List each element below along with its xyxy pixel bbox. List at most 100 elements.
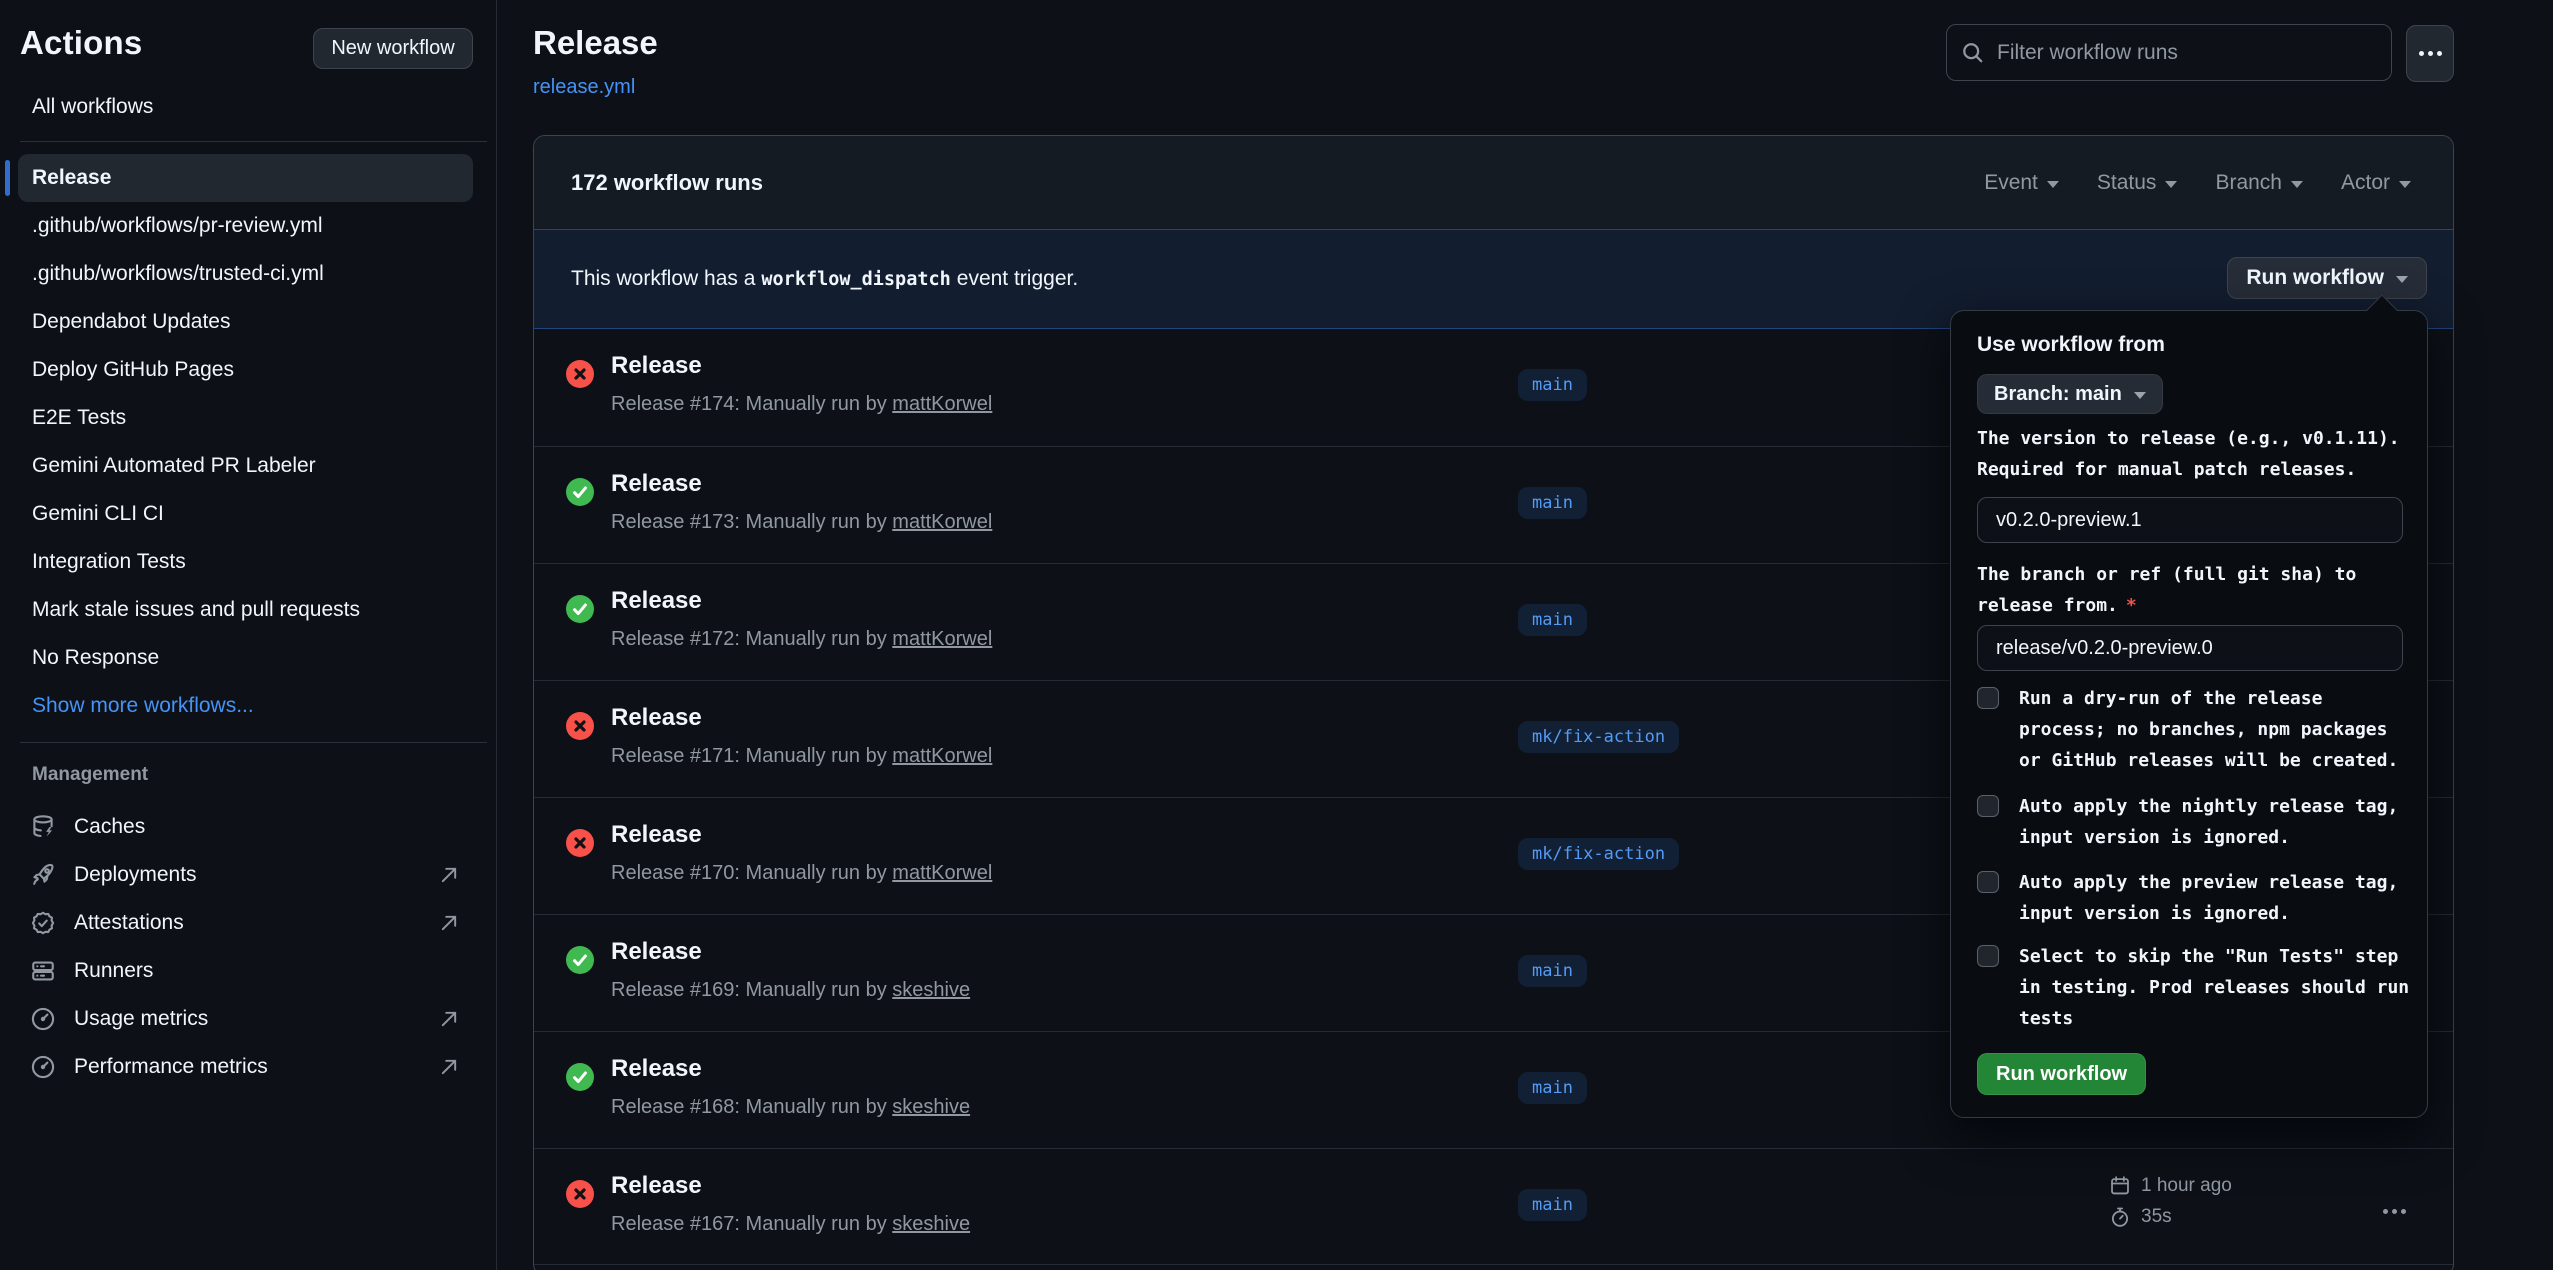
checkbox-unchecked-icon[interactable] (1977, 871, 1999, 893)
dry-run-checkbox-row[interactable]: Run a dry-run of the release process; no… (1977, 683, 2398, 776)
sidebar-item-deployments[interactable]: Deployments (30, 851, 460, 899)
sidebar-item-deploy-github-pages[interactable]: Deploy GitHub Pages (32, 346, 482, 394)
chevron-down-icon (2134, 392, 2146, 399)
run-subtitle: Release #172: Manually run by mattKorwel (611, 628, 992, 651)
branch-badge[interactable]: main (1518, 1189, 1587, 1221)
actor-link[interactable]: skeshive (892, 1096, 970, 1118)
sidebar-item-attestations[interactable]: Attestations (30, 899, 460, 947)
management-list: Caches Deployments Attestations Runners … (30, 803, 460, 1091)
run-meta: 1 hour ago 35s (2109, 1175, 2232, 1228)
sidebar-item-performance-metrics[interactable]: Performance metrics (30, 1043, 460, 1091)
chevron-down-icon (2291, 181, 2303, 188)
filter-status-dropdown[interactable]: Status (2097, 171, 2178, 195)
actor-link[interactable]: mattKorwel (892, 745, 992, 767)
sidebar-item-trusted-ci[interactable]: .github/workflows/trusted-ci.yml (32, 250, 482, 298)
sidebar-item-usage-metrics[interactable]: Usage metrics (30, 995, 460, 1043)
label-line: process; no branches, npm packages (2019, 714, 2398, 745)
filter-actor-dropdown[interactable]: Actor (2341, 171, 2411, 195)
branch-badge[interactable]: main (1518, 487, 1587, 519)
run-title-link[interactable]: Release (611, 938, 702, 965)
table-row[interactable]: Release Release #167: Manually run by sk… (534, 1148, 2453, 1265)
run-subtitle: Release #168: Manually run by skeshive (611, 1096, 970, 1119)
page-kebab-menu-button[interactable] (2406, 25, 2454, 82)
sidebar-item-release[interactable]: Release (18, 154, 473, 202)
sidebar-item-label: Release (32, 166, 111, 190)
branch-badge[interactable]: mk/fix-action (1518, 838, 1679, 870)
actor-link[interactable]: skeshive (892, 979, 970, 1001)
run-title-link[interactable]: Release (611, 821, 702, 848)
branch-badge[interactable]: main (1518, 1072, 1587, 1104)
checkbox-label: Auto apply the preview release tag, inpu… (2019, 867, 2398, 929)
filter-label: Event (1984, 171, 2038, 195)
actor-link[interactable]: mattKorwel (892, 511, 992, 533)
label-line: Required for manual patch releases. (1977, 454, 2407, 485)
run-title-link[interactable]: Release (611, 470, 702, 497)
workflow-file-link[interactable]: release.yml (533, 76, 635, 99)
run-title-link[interactable]: Release (611, 1172, 702, 1199)
actor-link[interactable]: mattKorwel (892, 628, 992, 650)
chevron-down-icon (2396, 276, 2408, 283)
run-title-link[interactable]: Release (611, 1055, 702, 1082)
branch-badge[interactable]: main (1518, 955, 1587, 987)
sidebar-item-dependabot-updates[interactable]: Dependabot Updates (32, 298, 482, 346)
version-input[interactable] (1977, 497, 2403, 543)
sidebar-item-pr-review[interactable]: .github/workflows/pr-review.yml (32, 202, 482, 250)
branch-badge[interactable]: main (1518, 369, 1587, 401)
database-icon (30, 814, 56, 840)
sidebar-item-no-response[interactable]: No Response (32, 634, 482, 682)
label-line: Select to skip the "Run Tests" step (2019, 941, 2409, 972)
sidebar-item-runners[interactable]: Runners (30, 947, 460, 995)
run-title-link[interactable]: Release (611, 587, 702, 614)
branch-badge[interactable]: main (1518, 604, 1587, 636)
button-label: Run workflow (2246, 266, 2384, 290)
run-workflow-submit-button[interactable]: Run workflow (1977, 1053, 2146, 1095)
sidebar-item-integration-tests[interactable]: Integration Tests (32, 538, 482, 586)
checkbox-unchecked-icon[interactable] (1977, 945, 1999, 967)
branch-selector-button[interactable]: Branch: main (1977, 374, 2163, 414)
ref-input[interactable] (1977, 625, 2403, 671)
runs-filters: Event Status Branch Actor (1984, 171, 2411, 195)
panel-title: Use workflow from (1977, 333, 2165, 357)
checkbox-unchecked-icon[interactable] (1977, 687, 1999, 709)
run-workflow-dropdown-button[interactable]: Run workflow (2227, 257, 2427, 299)
filter-workflow-runs-input[interactable] (1997, 41, 2377, 65)
run-subtitle: Release #174: Manually run by mattKorwel (611, 393, 992, 416)
checkbox-unchecked-icon[interactable] (1977, 795, 1999, 817)
sidebar-item-caches[interactable]: Caches (30, 803, 460, 851)
banner-text: This workflow has a (571, 267, 755, 291)
kebab-icon (2392, 1209, 2397, 1214)
sidebar-item-label: Deployments (74, 863, 197, 887)
show-more-workflows-link[interactable]: Show more workflows... (32, 682, 482, 730)
run-kebab-menu-button[interactable] (2392, 1201, 2397, 1219)
preview-tag-checkbox-row[interactable]: Auto apply the preview release tag, inpu… (1977, 867, 2398, 929)
label-line: input version is ignored. (2019, 822, 2398, 853)
actor-link[interactable]: mattKorwel (892, 862, 992, 884)
filter-event-dropdown[interactable]: Event (1984, 171, 2059, 195)
management-section-label: Management (32, 764, 148, 786)
nightly-tag-checkbox-row[interactable]: Auto apply the nightly release tag, inpu… (1977, 791, 2398, 853)
sidebar-divider (20, 141, 487, 142)
label-line: input version is ignored. (2019, 898, 2398, 929)
run-workflow-panel: Use workflow from Branch: main The versi… (1950, 310, 2428, 1118)
runs-header: 172 workflow runs Event Status Branch Ac… (534, 136, 2453, 229)
new-workflow-button[interactable]: New workflow (313, 28, 473, 69)
verified-badge-icon (30, 910, 56, 936)
actor-link[interactable]: skeshive (892, 1213, 970, 1235)
filter-branch-dropdown[interactable]: Branch (2215, 171, 2303, 195)
branch-badge[interactable]: mk/fix-action (1518, 721, 1679, 753)
banner-code: workflow_dispatch (755, 269, 956, 290)
run-subtitle-text: Release #172: Manually run by (611, 628, 892, 650)
actor-link[interactable]: mattKorwel (892, 393, 992, 415)
skip-tests-checkbox-row[interactable]: Select to skip the "Run Tests" step in t… (1977, 941, 2409, 1034)
run-subtitle: Release #169: Manually run by skeshive (611, 979, 970, 1002)
run-title-link[interactable]: Release (611, 352, 702, 379)
external-link-icon (438, 912, 460, 934)
sidebar-item-gemini-pr-labeler[interactable]: Gemini Automated PR Labeler (32, 442, 482, 490)
sidebar-item-gemini-cli-ci[interactable]: Gemini CLI CI (32, 490, 482, 538)
run-title-link[interactable]: Release (611, 704, 702, 731)
branch-selector-label: Branch: main (1994, 383, 2122, 406)
sidebar-item-mark-stale[interactable]: Mark stale issues and pull requests (32, 586, 482, 634)
label-text: release from. (1977, 595, 2118, 616)
sidebar-item-e2e-tests[interactable]: E2E Tests (32, 394, 482, 442)
sidebar-item-all-workflows[interactable]: All workflows (32, 95, 153, 119)
